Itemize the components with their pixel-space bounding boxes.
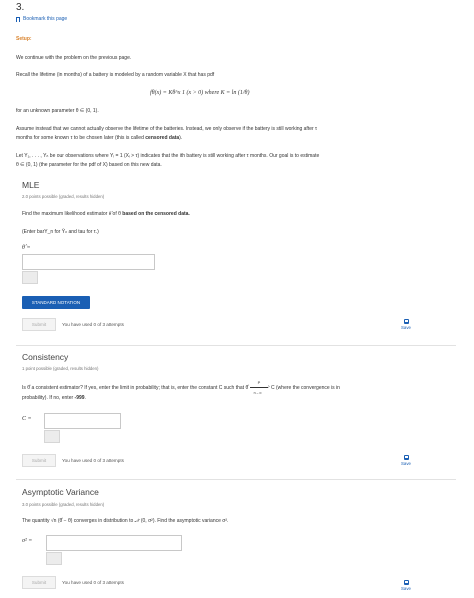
consistency-attempts-text: You have used 0 of 3 attempts [62,458,124,463]
asymptotic-submit-button[interactable]: Submit [22,576,56,589]
mle-title: MLE [22,180,40,190]
asymptotic-input-label: σ² = [22,538,33,544]
censored-data-term: censored data [145,135,180,141]
consistency-submit-button[interactable]: Submit [22,454,56,467]
setup-heading: Setup: [16,36,32,42]
asymptotic-question: The quantity √n (θ̂ − θ) converges in di… [22,518,229,524]
bookmark-label: Bookmark this page [23,16,68,22]
mle-input-label: θ̂ = [22,245,31,251]
mle-save-button[interactable]: Save [399,319,413,330]
consistency-points: 1 point possible (graded, results hidden… [22,366,99,371]
setup-paragraph-5-line2: θ ∈ (0, 1) (the parameter for the pdf of… [16,162,162,168]
asymptotic-preview-box [46,552,62,565]
problem-number: 3. [16,2,25,13]
setup-paragraph-2: Recall the lifetime (in months) of a bat… [16,72,215,78]
asymptotic-answer-input[interactable] [46,535,182,551]
convergence-arrow: P › n→∞ [249,380,270,395]
save-icon [403,455,409,460]
mle-attempts-text: You have used 0 of 3 attempts [62,322,124,327]
save-icon [403,580,409,585]
consistency-preview-box [44,430,60,443]
pdf-formula: fθ(x) = Kθ^x 1 (x > 0) where K = ln (1/θ… [150,90,250,96]
mle-points: 2.0 points possible (graded, results hid… [22,194,105,199]
setup-paragraph-4-line2: months for some known τ to be chosen lat… [16,135,183,141]
bookmark-link[interactable]: Bookmark this page [16,16,67,22]
bookmark-icon [16,16,20,22]
mle-question: Find the maximum likelihood estimator θ̂… [22,211,190,217]
standard-notation-button[interactable]: STANDARD NOTATION [22,296,90,309]
consistency-save-button[interactable]: Save [399,455,413,466]
asymptotic-attempts-text: You have used 0 of 3 attempts [62,580,124,585]
setup-paragraph-4-line1: Assume instead that we cannot actually o… [16,126,318,132]
mle-submit-button[interactable]: Submit [22,318,56,331]
consistency-question-line1: Is θ̂ a consistent estimator? If yes, en… [22,380,340,395]
mle-hint: (Enter barY_n for Ȳₙ and tau for τ.) [22,229,99,235]
asymptotic-title: Asymptotic Variance [22,487,99,497]
section-divider [16,345,456,346]
setup-paragraph-3: for an unknown parameter θ ∈ (0, 1). [16,108,99,114]
consistency-question-line2: probability). If no, enter -999. [22,395,86,401]
section-divider [16,479,456,480]
mle-preview-box [22,271,38,284]
setup-paragraph-5-line1: Let Y₁, . . . , Yₙ be our observations w… [16,153,320,159]
consistency-title: Consistency [22,352,69,362]
mle-answer-input[interactable] [22,254,155,270]
asymptotic-points: 3.0 points possible (graded, results hid… [22,502,105,507]
save-icon [403,319,409,324]
setup-paragraph-1: We continue with the problem on the prev… [16,55,132,61]
asymptotic-save-button[interactable]: Save [399,580,413,591]
consistency-input-label: C = [22,416,32,422]
consistency-answer-input[interactable] [44,413,121,429]
